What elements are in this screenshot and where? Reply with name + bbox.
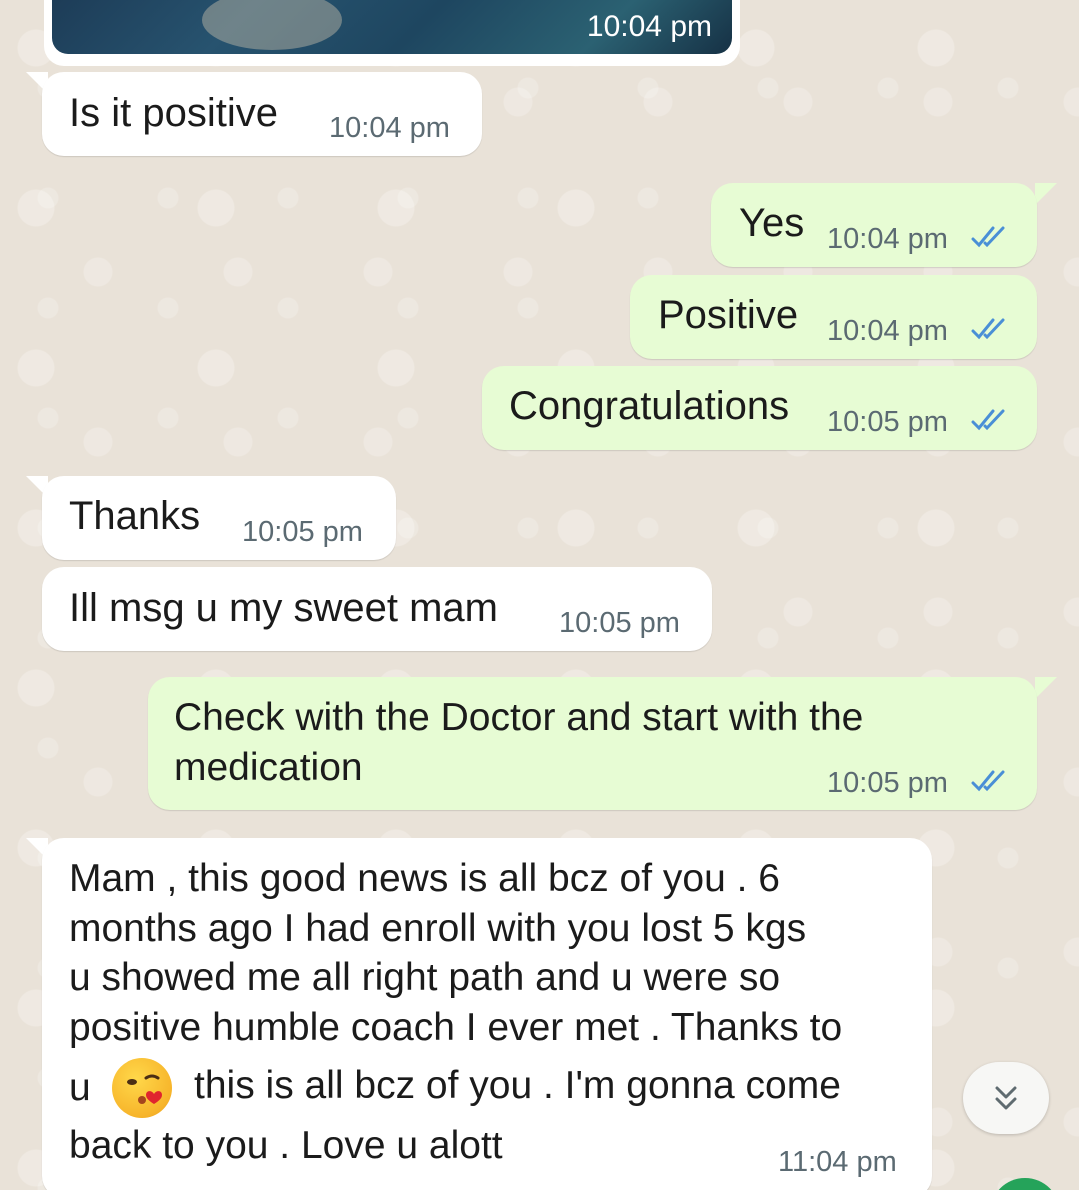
message-line: u	[69, 1066, 91, 1109]
message-line: this is all bcz of you . I'm gonna come	[194, 1064, 841, 1107]
message-timestamp: 10:05 pm	[242, 516, 363, 548]
outgoing-message-bubble[interactable]: Yes 10:04 pm	[711, 183, 1037, 267]
message-line: u showed me all right path and u were so	[69, 956, 781, 999]
message-line: medication	[174, 745, 363, 789]
incoming-message-bubble[interactable]: Ill msg u my sweet mam 10:05 pm	[42, 567, 712, 651]
message-line: months ago I had enroll with you lost 5 …	[69, 906, 807, 950]
message-timestamp: 11:04 pm	[778, 1146, 897, 1178]
bubble-tail	[1035, 677, 1057, 699]
message-text: Thanks	[69, 494, 201, 538]
outgoing-message-bubble[interactable]: Positive 10:04 pm	[630, 275, 1037, 359]
message-text: Ill msg u my sweet mam	[69, 586, 498, 630]
message-text: Check with the Doctor and start with the…	[174, 693, 863, 792]
message-timestamp: 10:05 pm	[827, 767, 948, 799]
kissing-face-emoji	[112, 1058, 172, 1118]
message-text: Yes	[739, 201, 805, 245]
scroll-to-bottom-button[interactable]	[963, 1062, 1049, 1134]
incoming-message-bubble[interactable]: Thanks 10:05 pm	[42, 476, 396, 560]
read-double-tick-icon	[971, 318, 1005, 340]
outgoing-message-bubble[interactable]: Check with the Doctor and start with the…	[148, 677, 1037, 810]
read-double-tick-icon	[971, 226, 1005, 248]
message-line: Check with the Doctor and start with the	[174, 696, 864, 739]
message-timestamp: 10:05 pm	[559, 607, 680, 639]
message-text: Positive	[658, 293, 799, 337]
read-double-tick-icon	[971, 770, 1005, 792]
message-line: positive humble coach I ever met . Thank…	[69, 1005, 843, 1049]
message-text: Mam , this good news is all bcz of you .…	[69, 854, 842, 1052]
message-text: Congratulations	[509, 384, 790, 428]
message-timestamp: 10:04 pm	[329, 112, 450, 144]
message-text: Is it positive	[69, 91, 278, 135]
message-timestamp: 10:04 pm	[827, 223, 948, 255]
message-timestamp: 10:05 pm	[827, 406, 948, 438]
message-line: back to you . Love u alott	[69, 1124, 503, 1167]
message-timestamp: 10:04 pm	[827, 315, 948, 347]
incoming-message-bubble[interactable]: Mam , this good news is all bcz of you .…	[42, 838, 932, 1190]
image-message-bubble[interactable]: 10:04 pm	[44, 0, 740, 66]
image-thumbnail[interactable]: 10:04 pm	[52, 0, 732, 54]
message-timestamp: 10:04 pm	[586, 10, 712, 43]
read-double-tick-icon	[971, 409, 1005, 431]
bubble-tail	[1035, 183, 1057, 205]
incoming-message-bubble[interactable]: Is it positive 10:04 pm	[42, 72, 482, 156]
outgoing-message-bubble[interactable]: Congratulations 10:05 pm	[482, 366, 1037, 450]
message-line: Mam , this good news is all bcz of you .…	[69, 857, 780, 900]
double-chevron-down-icon	[995, 1086, 1017, 1110]
